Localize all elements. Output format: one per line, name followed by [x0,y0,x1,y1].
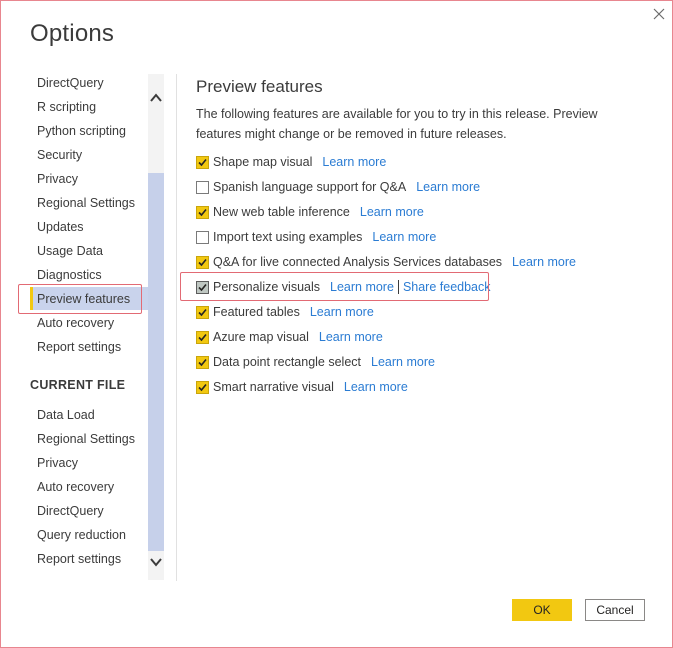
feature-row-shape-map: Shape map visual Learn more [196,154,386,170]
learn-more-link[interactable]: Learn more [416,180,480,194]
feature-label: Import text using examples [213,230,363,244]
learn-more-link[interactable]: Learn more [372,230,436,244]
checkbox-azure-map[interactable] [196,330,209,344]
learn-more-link[interactable]: Learn more [310,305,374,319]
chevron-up-icon [150,93,162,102]
dialog-title: Options [30,20,115,47]
feature-row-spanish-qa: Spanish language support for Q&A Learn m… [196,179,480,195]
feature-label: Data point rectangle select [213,355,362,369]
cancel-button[interactable]: Cancel [585,599,645,621]
feature-label: Q&A for live connected Analysis Services… [213,255,503,269]
checkmark-icon [198,383,207,391]
feature-label: Featured tables [213,305,300,319]
nav-item-file-privacy[interactable]: Privacy [37,455,78,471]
checkbox-featured-tables[interactable] [196,305,209,319]
nav-item-privacy[interactable]: Privacy [37,171,78,187]
checkbox-data-point-rectangle[interactable] [196,355,209,369]
feature-row-smart-narrative: Smart narrative visual Learn more [196,379,408,395]
chevron-down-icon [150,558,162,567]
learn-more-link[interactable]: Learn more [512,255,576,269]
learn-more-link[interactable]: Learn more [319,330,383,344]
feature-label: New web table inference [213,205,350,219]
feature-label: Spanish language support for Q&A [213,180,407,194]
nav-item-file-auto-recovery[interactable]: Auto recovery [37,479,114,495]
nav-item-file-regional-settings[interactable]: Regional Settings [37,431,135,447]
nav-item-file-directquery[interactable]: DirectQuery [37,503,104,519]
feature-row-qa-live-connected: Q&A for live connected Analysis Services… [196,254,576,270]
checkmark-icon [198,358,207,366]
nav-item-query-reduction[interactable]: Query reduction [37,527,126,543]
feature-row-import-text: Import text using examples Learn more [196,229,436,245]
nav-item-file-report-settings[interactable]: Report settings [37,551,121,567]
nav-item-usage-data[interactable]: Usage Data [37,243,103,259]
nav-item-r-scripting[interactable]: R scripting [37,99,96,115]
nav-annotation-highlight [18,284,142,314]
nav-item-updates[interactable]: Updates [37,219,84,235]
panel-divider [176,74,177,581]
learn-more-link[interactable]: Learn more [322,155,386,169]
checkbox-qa-live-connected[interactable] [196,255,209,269]
close-icon [653,8,665,20]
options-dialog: Options DirectQuery R scripting Python s… [0,0,673,648]
checkbox-shape-map[interactable] [196,155,209,169]
checkbox-smart-narrative[interactable] [196,380,209,394]
feature-annotation-highlight [180,272,489,301]
feature-label: Smart narrative visual [213,380,334,394]
feature-row-web-table-inference: New web table inference Learn more [196,204,424,220]
learn-more-link[interactable]: Learn more [371,355,435,369]
nav-item-security[interactable]: Security [37,147,82,163]
nav-item-auto-recovery[interactable]: Auto recovery [37,315,114,331]
checkbox-web-table-inference[interactable] [196,205,209,219]
feature-label: Azure map visual [213,330,309,344]
learn-more-link[interactable]: Learn more [360,205,424,219]
checkmark-icon [198,308,207,316]
content-title: Preview features [196,77,323,96]
nav-item-regional-settings[interactable]: Regional Settings [37,195,135,211]
scroll-up-button[interactable] [149,91,163,105]
feature-row-featured-tables: Featured tables Learn more [196,304,374,320]
checkmark-icon [198,208,207,216]
scroll-down-button[interactable] [149,555,163,569]
nav-item-diagnostics[interactable]: Diagnostics [37,267,102,283]
nav-item-data-load[interactable]: Data Load [37,407,95,423]
checkbox-import-text[interactable] [196,230,209,244]
learn-more-link[interactable]: Learn more [344,380,408,394]
nav-item-report-settings[interactable]: Report settings [37,339,121,355]
checkmark-icon [198,333,207,341]
nav-scrollbar-thumb[interactable] [148,173,164,551]
checkmark-icon [198,258,207,266]
nav-item-directquery[interactable]: DirectQuery [37,75,104,91]
feature-row-azure-map: Azure map visual Learn more [196,329,383,345]
feature-label: Shape map visual [213,155,313,169]
checkmark-icon [198,158,207,166]
feature-row-data-point-rectangle: Data point rectangle select Learn more [196,354,435,370]
close-button[interactable] [651,6,667,22]
current-file-heading: CURRENT FILE [30,378,126,392]
nav-item-python-scripting[interactable]: Python scripting [37,123,126,139]
ok-button[interactable]: OK [512,599,572,621]
checkbox-spanish-qa[interactable] [196,180,209,194]
content-description: The following features are available for… [196,107,598,141]
